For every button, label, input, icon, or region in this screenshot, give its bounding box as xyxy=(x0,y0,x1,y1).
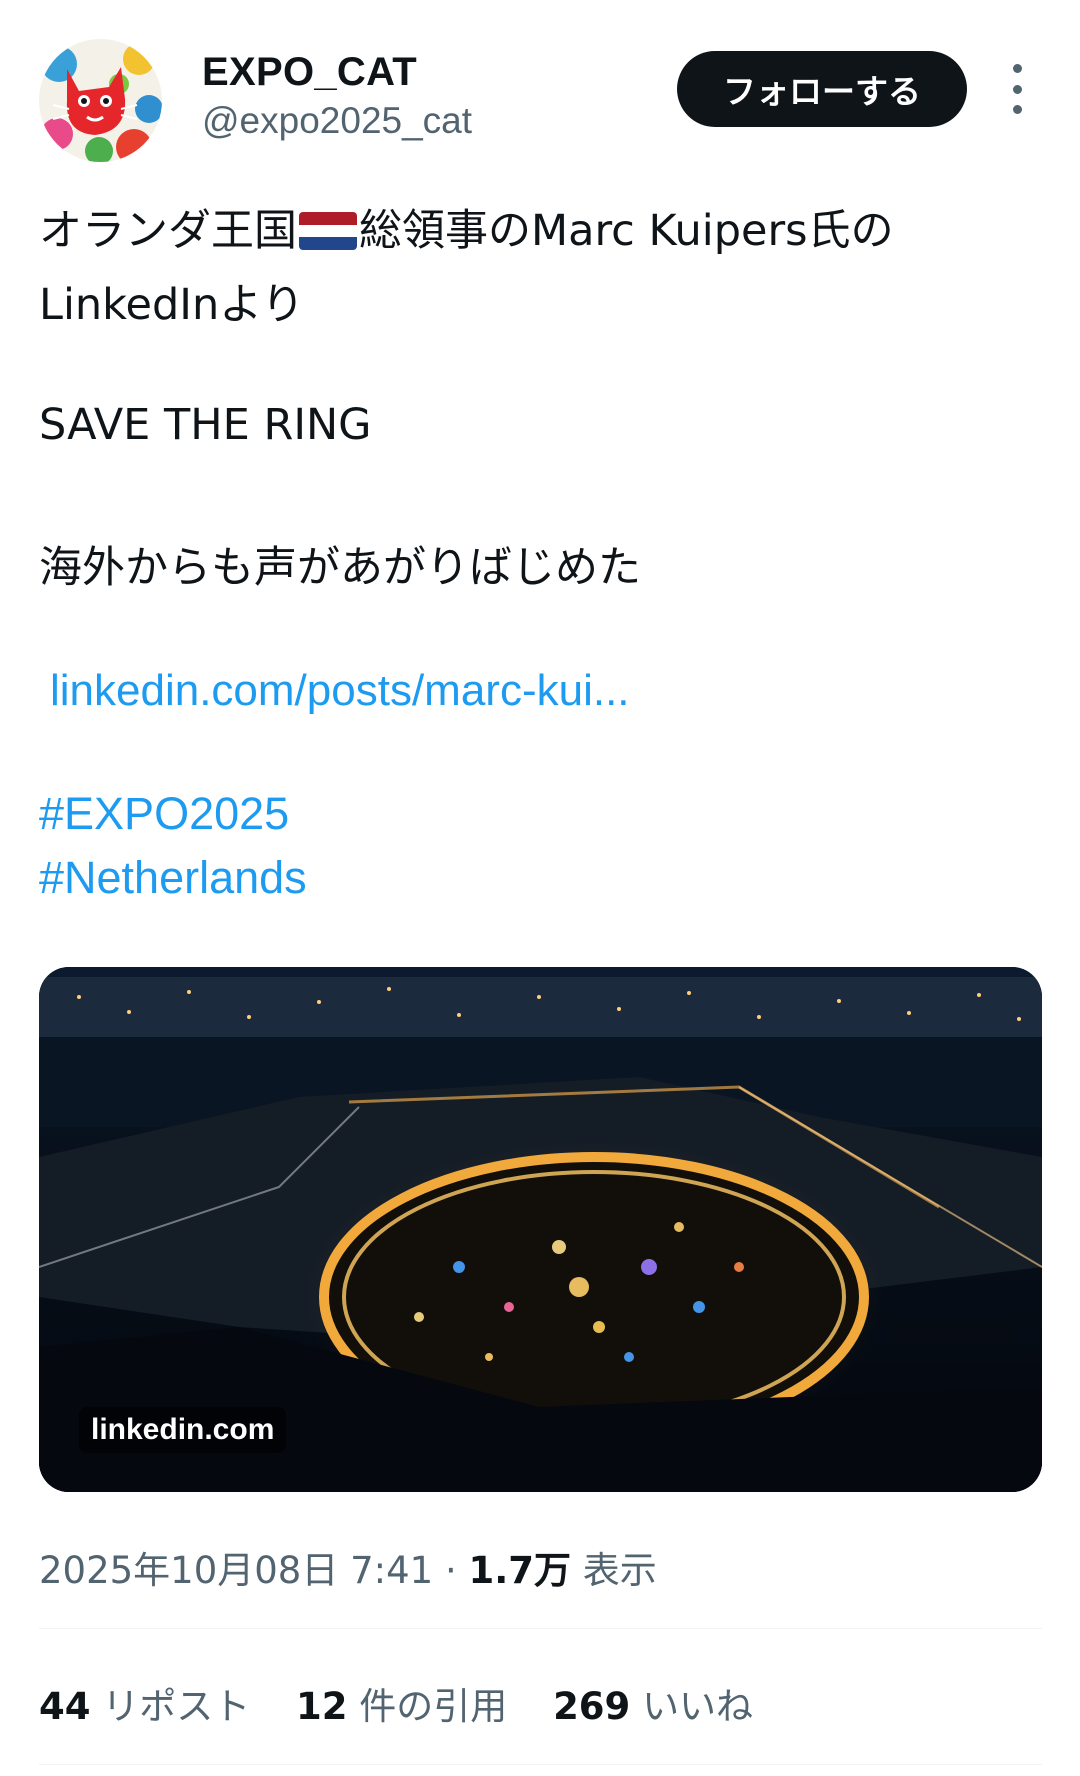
avatar-image xyxy=(39,39,162,162)
reposts-stat[interactable]: 44 リポスト xyxy=(39,1685,250,1728)
reposts-label: リポスト xyxy=(102,1685,251,1728)
likes-label: いいね xyxy=(642,1685,754,1728)
meta-separator: · xyxy=(444,1549,457,1592)
quotes-stat[interactable]: 12 件の引用 xyxy=(296,1685,507,1728)
author-display-name[interactable]: EXPO_CAT xyxy=(202,50,417,95)
netherlands-flag-icon xyxy=(299,212,357,250)
quotes-label: 件の引用 xyxy=(359,1685,508,1728)
link-card[interactable]: linkedin.com xyxy=(39,967,1042,1492)
divider xyxy=(39,1628,1042,1629)
tweet-text-line-4: 海外からも声があがりばじめた xyxy=(39,543,641,593)
reposts-count: 44 xyxy=(39,1685,91,1728)
divider xyxy=(39,1764,1042,1765)
timestamp[interactable]: 2025年10月08日 7:41 xyxy=(39,1549,433,1592)
tweet-meta: 2025年10月08日 7:41 · 1.7万 表示 xyxy=(39,1540,657,1594)
tweet-text-line-1: オランダ王国 総領事のMarc Kuipers氏の xyxy=(39,196,894,258)
follow-button[interactable]: フォローする xyxy=(677,51,967,127)
views-label: 表示 xyxy=(582,1549,657,1592)
link-card-domain: linkedin.com xyxy=(79,1407,287,1453)
tweet-text-segment: 総領事のMarc Kuipers氏の xyxy=(359,206,894,256)
avatar[interactable] xyxy=(39,39,162,162)
author-handle[interactable]: @expo2025_cat xyxy=(202,100,472,142)
views-count: 1.7万 xyxy=(468,1549,572,1592)
quotes-count: 12 xyxy=(296,1685,348,1728)
more-options-icon[interactable] xyxy=(1005,64,1029,114)
hashtag-netherlands[interactable]: #Netherlands xyxy=(39,852,307,904)
tweet-text-line-3: SAVE THE RING xyxy=(39,400,372,450)
hashtag-expo2025[interactable]: #EXPO2025 xyxy=(39,788,289,840)
likes-count: 269 xyxy=(553,1685,631,1728)
tweet-detail-page: EXPO_CAT @expo2025_cat フォローする オランダ王国 総領事の… xyxy=(0,0,1080,1776)
engagement-stats: 44 リポスト 12 件の引用 269 いいね xyxy=(39,1676,787,1730)
tweet-text-line-2: LinkedInより xyxy=(39,280,305,330)
tweet-link[interactable]: linkedin.com/posts/marc-kui... xyxy=(50,666,630,716)
likes-stat[interactable]: 269 いいね xyxy=(553,1685,753,1728)
tweet-text-segment: オランダ王国 xyxy=(39,206,297,256)
